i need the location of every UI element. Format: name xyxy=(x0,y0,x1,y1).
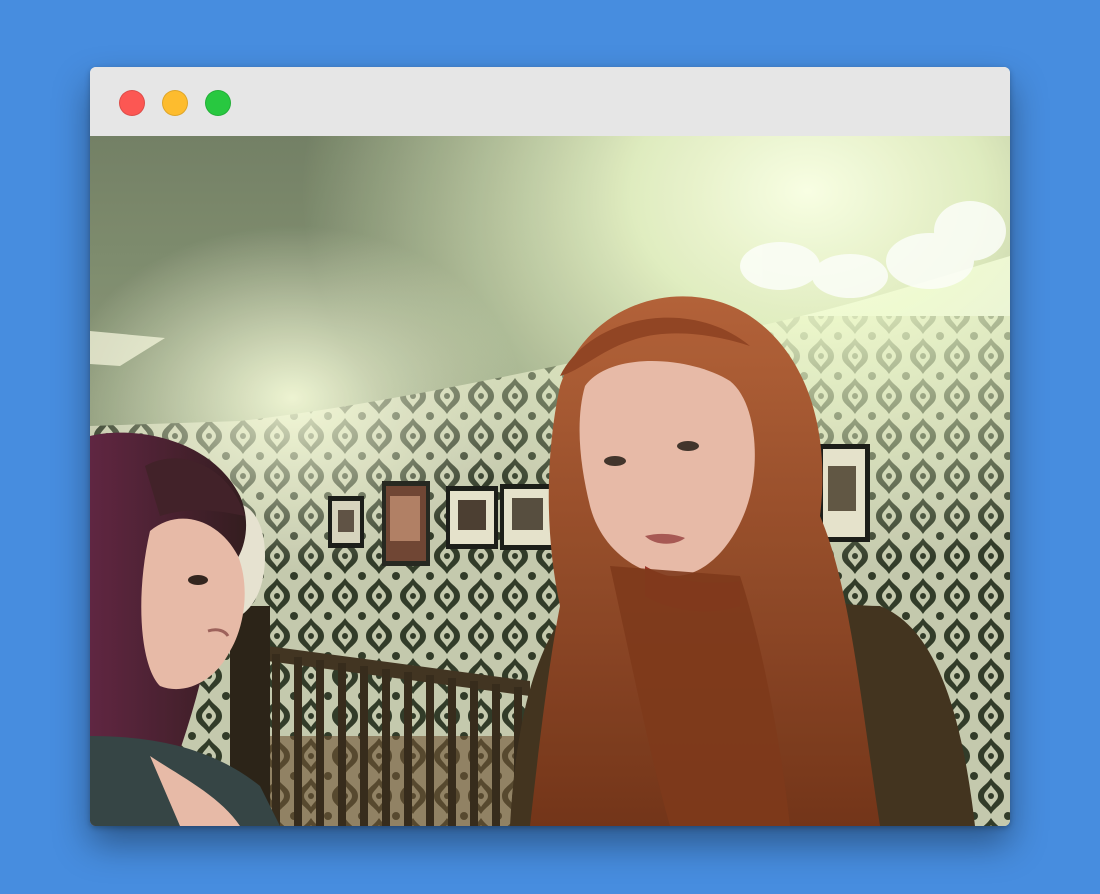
title-bar xyxy=(90,67,1010,136)
photo xyxy=(90,136,1010,826)
close-button[interactable] xyxy=(119,90,145,116)
minimize-button[interactable] xyxy=(162,90,188,116)
photo-viewport xyxy=(90,136,1010,826)
maximize-button[interactable] xyxy=(205,90,231,116)
app-window xyxy=(90,67,1010,826)
